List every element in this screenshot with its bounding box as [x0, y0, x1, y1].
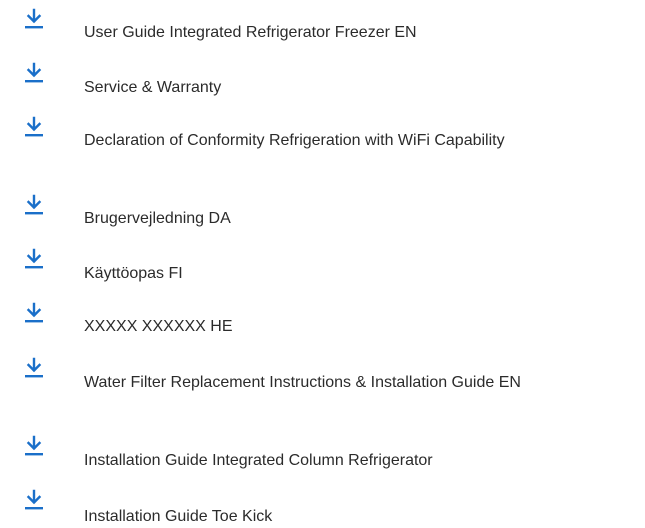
document-link[interactable]: XXXXX XXXXXX HE	[84, 315, 634, 338]
document-link[interactable]: Water Filter Replacement Instructions & …	[84, 371, 629, 394]
document-link[interactable]: Käyttöopas FI	[84, 262, 634, 285]
document-link[interactable]: User Guide Integrated Refrigerator Freez…	[84, 21, 634, 44]
download-icon[interactable]	[23, 62, 45, 84]
document-download-list: User Guide Integrated Refrigerator Freez…	[0, 0, 645, 528]
download-icon[interactable]	[23, 194, 45, 216]
document-link[interactable]: Declaration of Conformity Refrigeration …	[84, 129, 584, 152]
download-icon[interactable]	[23, 357, 45, 379]
download-icon[interactable]	[23, 248, 45, 270]
download-icon[interactable]	[23, 302, 45, 324]
document-link[interactable]: Installation Guide Toe Kick	[84, 505, 634, 528]
download-icon[interactable]	[23, 8, 45, 30]
download-icon[interactable]	[23, 489, 45, 511]
document-link[interactable]: Installation Guide Integrated Column Ref…	[84, 449, 634, 472]
download-icon[interactable]	[23, 116, 45, 138]
document-link[interactable]: Brugervejledning DA	[84, 207, 634, 230]
download-icon[interactable]	[23, 435, 45, 457]
document-link[interactable]: Service & Warranty	[84, 76, 634, 99]
